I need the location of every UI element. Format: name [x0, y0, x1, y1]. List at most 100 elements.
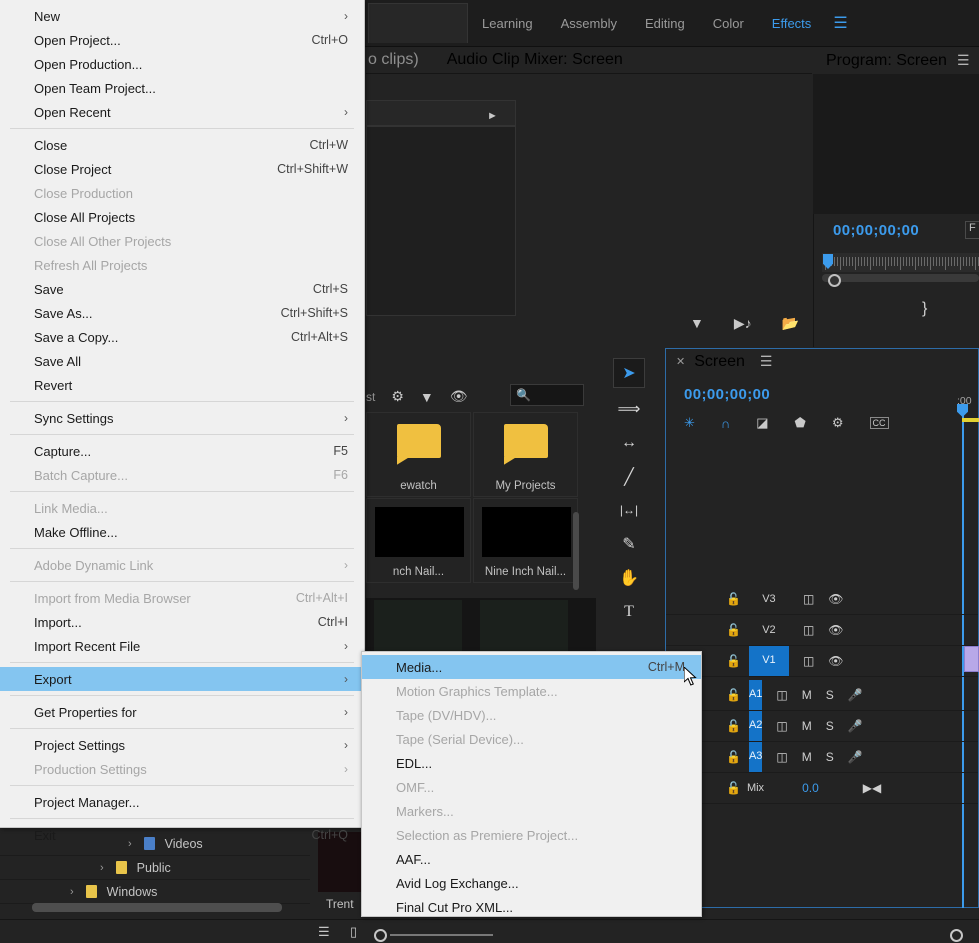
menu-item-close-project[interactable]: Close Project Ctrl+Shift+W: [0, 157, 364, 181]
menu-item-export-aaf[interactable]: AAF...: [362, 847, 701, 871]
mute-button[interactable]: M: [802, 688, 812, 702]
sync-lock-icon[interactable]: ◫: [776, 750, 787, 764]
timeline-timecode[interactable]: 00;00;00;00: [684, 386, 770, 403]
track-name[interactable]: A1: [749, 680, 762, 710]
wrench-icon[interactable]: ⚙: [391, 388, 404, 405]
track-name[interactable]: A2: [749, 711, 762, 741]
lock-icon[interactable]: 🔓: [726, 654, 741, 668]
timeline-title[interactable]: Screen: [694, 353, 745, 371]
list-item[interactable]: › Windows: [0, 880, 310, 904]
solo-button[interactable]: S: [826, 750, 834, 764]
menu-item-open-recent[interactable]: Open Recent ›: [0, 100, 364, 124]
program-zoom-knob[interactable]: [828, 274, 841, 287]
search-input[interactable]: 🔍: [510, 384, 584, 406]
play-triangle-icon[interactable]: ►: [487, 110, 498, 122]
table-row[interactable]: 🔓 V1 ◫ 👁: [666, 646, 978, 677]
lock-icon[interactable]: 🔓: [726, 688, 741, 702]
list-item[interactable]: Nine Inch Nail...: [473, 498, 578, 583]
timeline-clip[interactable]: [964, 646, 979, 672]
menu-item-make-offline[interactable]: Make Offline...: [0, 520, 364, 544]
list-item[interactable]: nch Nail...: [366, 498, 471, 583]
menu-item-new[interactable]: New ›: [0, 4, 364, 28]
track-name[interactable]: V3: [749, 593, 789, 605]
sync-lock-icon[interactable]: ◫: [803, 623, 814, 637]
list-item[interactable]: › Public: [0, 856, 310, 880]
chevron-right-icon[interactable]: ›: [70, 886, 74, 898]
hamburger-icon[interactable]: ☰: [825, 0, 855, 47]
eye-icon[interactable]: 👁: [450, 388, 468, 405]
program-time-ruler[interactable]: [822, 253, 979, 272]
razor-tool[interactable]: ╱: [613, 462, 645, 492]
menu-item-export-media[interactable]: Media... Ctrl+M: [362, 655, 701, 679]
timeline-settings-icon[interactable]: ⚙: [832, 415, 844, 431]
program-monitor-title[interactable]: Program: Screen: [826, 52, 947, 70]
workspace-tab-effects[interactable]: Effects: [758, 0, 826, 47]
filter-icon[interactable]: ▼: [690, 315, 704, 332]
panel-menu-icon[interactable]: ☰: [760, 353, 773, 370]
menu-item-export[interactable]: Export ›: [0, 667, 364, 691]
zoom-slider[interactable]: [390, 934, 493, 936]
menu-item-save-as[interactable]: Save As... Ctrl+Shift+S: [0, 301, 364, 325]
type-tool[interactable]: T: [613, 597, 645, 627]
workspace-tab-color[interactable]: Color: [699, 0, 758, 47]
menu-item-sync-settings[interactable]: Sync Settings ›: [0, 406, 364, 430]
project-scrollbar[interactable]: [573, 512, 579, 590]
lock-icon[interactable]: 🔓: [726, 750, 741, 764]
table-row[interactable]: 🔓 A2 ◫ M S 🎤: [666, 711, 978, 742]
selection-tool[interactable]: ➤: [613, 358, 645, 388]
program-zoom-scrollbar[interactable]: [822, 274, 979, 282]
captions-icon[interactable]: CC: [870, 417, 889, 429]
snap-icon[interactable]: ∩: [721, 416, 730, 431]
menu-item-open-project[interactable]: Open Project... Ctrl+O: [0, 28, 364, 52]
menu-item-open-team-project[interactable]: Open Team Project...: [0, 76, 364, 100]
menu-item-close-all-projects[interactable]: Close All Projects: [0, 205, 364, 229]
auto-match-sequence-icon[interactable]: ▶♪: [734, 315, 752, 332]
track-name[interactable]: A3: [749, 742, 762, 772]
audio-clip-mixer-tab-label[interactable]: Audio Clip Mixer: Screen: [447, 51, 623, 69]
filter-icon[interactable]: ▼: [420, 389, 434, 405]
menu-item-save[interactable]: Save Ctrl+S: [0, 277, 364, 301]
menu-item-capture[interactable]: Capture... F5: [0, 439, 364, 463]
timeline-zoom-knob-icon[interactable]: [950, 929, 963, 942]
close-icon[interactable]: ✕: [676, 355, 685, 368]
list-view-icon[interactable]: ☰: [318, 924, 330, 940]
menu-item-import-recent-file[interactable]: Import Recent File ›: [0, 634, 364, 658]
mix-value[interactable]: 0.0: [802, 781, 819, 795]
program-timecode[interactable]: 00;00;00;00: [833, 222, 919, 239]
linked-selection-icon[interactable]: ✳: [684, 415, 695, 431]
workspace-tab-editing[interactable]: Editing: [631, 0, 699, 47]
solo-button[interactable]: S: [826, 688, 834, 702]
master-meters-icon[interactable]: ▶◀: [863, 781, 881, 795]
table-row[interactable]: 🔓 V3 ◫ 👁: [666, 584, 978, 615]
thumbnail-view-icon[interactable]: ▯: [350, 924, 357, 940]
track-name[interactable]: V2: [749, 624, 789, 636]
table-row[interactable]: 🔓 V2 ◫ 👁: [666, 615, 978, 646]
list-item[interactable]: My Projects: [473, 412, 578, 497]
sync-lock-icon[interactable]: ◫: [803, 592, 814, 606]
project-tab-label[interactable]: st: [366, 390, 375, 404]
mic-icon[interactable]: 🎤: [848, 719, 863, 733]
workspace-tab-learning[interactable]: Learning: [468, 0, 547, 47]
hand-tool[interactable]: ✋: [613, 563, 645, 593]
mute-button[interactable]: M: [802, 719, 812, 733]
menu-item-export-avid-log-exchange[interactable]: Avid Log Exchange...: [362, 871, 701, 895]
source-tab-label[interactable]: o clips): [368, 51, 419, 69]
mic-icon[interactable]: 🎤: [848, 750, 863, 764]
eye-icon[interactable]: 👁: [828, 623, 843, 637]
slip-tool[interactable]: |↔|: [613, 495, 645, 525]
eye-icon[interactable]: 👁: [828, 654, 843, 668]
menu-item-export-final-cut-pro-xml[interactable]: Final Cut Pro XML...: [362, 895, 701, 919]
program-fit-dropdown[interactable]: F: [965, 221, 979, 239]
lock-icon[interactable]: 🔓: [726, 623, 741, 637]
table-row[interactable]: 🔓 A1 ◫ M S 🎤: [666, 680, 978, 711]
menu-item-get-properties-for[interactable]: Get Properties for ›: [0, 700, 364, 724]
clip-thumbnail[interactable]: [480, 600, 568, 652]
sync-lock-icon[interactable]: ◫: [803, 654, 814, 668]
chevron-right-icon[interactable]: ›: [100, 862, 104, 874]
eye-icon[interactable]: 👁: [828, 592, 843, 606]
lock-icon[interactable]: 🔓: [726, 781, 741, 795]
clip-thumbnail[interactable]: [374, 600, 462, 652]
ripple-edit-tool[interactable]: ↔: [613, 428, 645, 458]
menu-item-save-a-copy[interactable]: Save a Copy... Ctrl+Alt+S: [0, 325, 364, 349]
track-select-forward-tool[interactable]: ⟹: [613, 394, 645, 424]
